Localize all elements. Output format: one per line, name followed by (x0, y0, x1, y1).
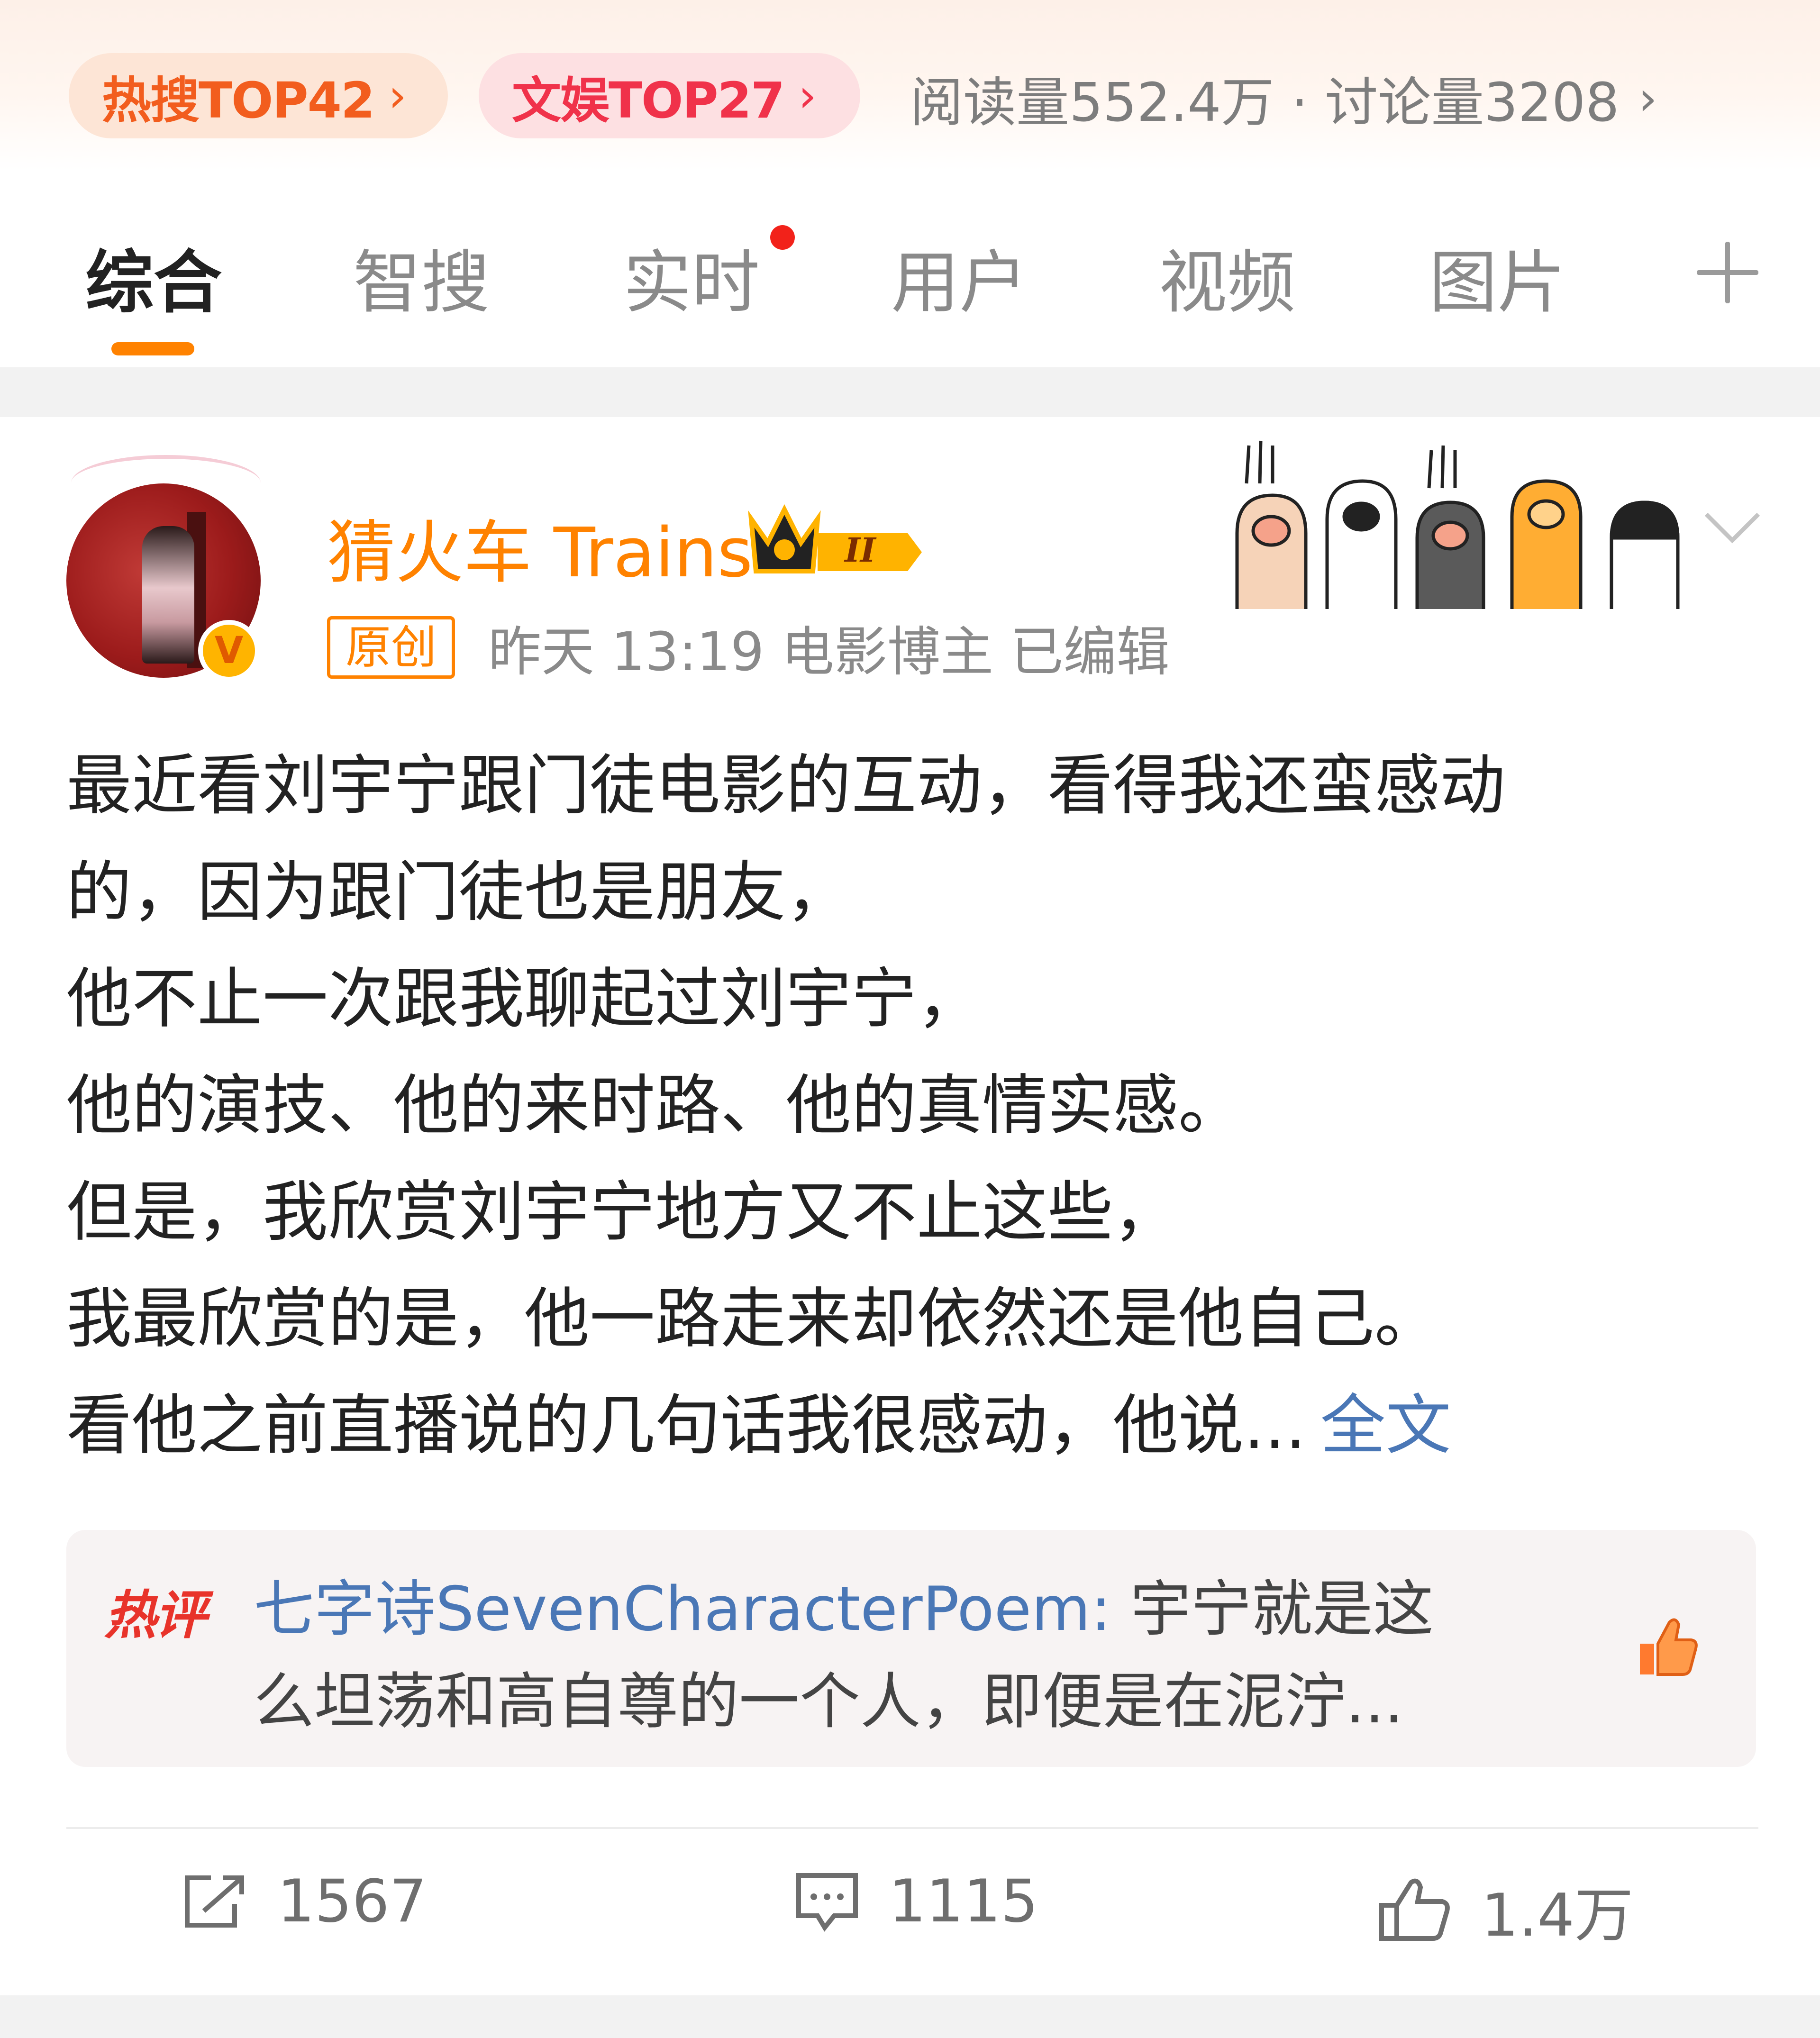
share-icon (185, 1875, 244, 1928)
post-text-line: 最近看刘宇宁跟门徒电影的互动，看得我还蛮感动 (66, 747, 1506, 824)
comment-button[interactable]: 1115 (794, 1867, 1038, 1936)
section-divider (0, 1995, 1820, 2038)
comment-author[interactable]: 七字诗SevenCharacterPoem: (254, 1574, 1111, 1645)
topic-stats-link[interactable]: 阅读量552.4万 · 讨论量3208 › (910, 63, 1657, 134)
verified-badge-icon: V (198, 620, 260, 682)
post-text-line-last: 看他之前直播说的几句话我很感动，他说... 全文 (66, 1372, 1773, 1479)
post-text-line: 他不止一次跟我聊起过刘宇宁， (66, 961, 983, 1037)
hot-comment-line: 七字诗SevenCharacterPoem: 宇宁就是这 (254, 1563, 1604, 1656)
like-button[interactable]: 1.4万 (1377, 1867, 1633, 1953)
post-text-line: 我最欣赏的是，他一路走来却依然还是他自己。 (66, 1281, 1440, 1357)
tab-users[interactable]: 用户 (891, 227, 1028, 326)
entertainment-rank-label: 文娱TOP27 (512, 71, 785, 129)
like-count: 1.4万 (1481, 1882, 1634, 1950)
original-tag: 原创 (327, 616, 455, 679)
tab-videos[interactable]: 视频 (1159, 227, 1295, 326)
post-meta: 原创 昨天 13:19 电影博主 已编辑 (327, 609, 1170, 686)
comment-icon (796, 1873, 858, 1932)
tab-realtime[interactable]: 实时 (623, 227, 760, 326)
thumbs-up-icon[interactable] (1630, 1610, 1702, 1682)
repost-button[interactable]: 1567 (182, 1867, 427, 1936)
tab-smart-search[interactable]: 智搜 (353, 227, 490, 326)
post-text-line: 的，因为跟门徒也是朋友， (66, 854, 852, 930)
chevron-right-icon: › (388, 69, 406, 122)
section-divider (0, 367, 1820, 417)
crown-member-badge-icon: II (748, 504, 922, 573)
tab-comprehensive[interactable]: 综合 (85, 227, 222, 326)
repost-count: 1567 (277, 1867, 427, 1936)
hot-comment-tag: 热评 (104, 1585, 207, 1646)
post-text-truncated: 看他之前直播说的几句话我很感动，他说... (66, 1387, 1306, 1464)
entertainment-rank-pill[interactable]: 文娱TOP27 › (479, 53, 860, 138)
member-level-text: II (844, 530, 877, 570)
tab-images[interactable]: 图片 (1429, 227, 1565, 326)
hot-comment-line: 么坦荡和高自尊的一个人，即便是在泥泞... (254, 1666, 1404, 1737)
hot-search-rank-label: 热搜TOP42 (102, 71, 375, 129)
plus-icon[interactable] (1697, 242, 1758, 303)
post-content: 最近看刘宇宁跟门徒电影的互动，看得我还蛮感动 的，因为跟门徒也是朋友， 他不止一… (66, 732, 1773, 1479)
cat-paws-decoration-icon (1235, 440, 1680, 609)
hot-comment-card[interactable]: 热评 七字诗SevenCharacterPoem: 宇宁就是这 么坦荡和高自尊的… (66, 1530, 1756, 1767)
post-text-line: 他的演技、他的来时路、他的真情实感。 (66, 1067, 1244, 1144)
topic-stats-text: 阅读量552.4万 · 讨论量3208 (910, 72, 1620, 134)
chevron-right-icon: › (1638, 70, 1657, 126)
post-text-line: 但是，我欣赏刘宇宁地方又不止这些， (66, 1174, 1179, 1250)
post-time-category: 昨天 13:19 电影博主 已编辑 (488, 621, 1170, 683)
chevron-down-icon[interactable] (1702, 502, 1763, 550)
chevron-right-icon: › (798, 69, 816, 122)
footer-divider (66, 1827, 1758, 1829)
active-tab-indicator (111, 342, 194, 355)
thumbs-up-icon (1379, 1878, 1450, 1941)
hot-search-rank-pill[interactable]: 热搜TOP42 › (69, 53, 448, 138)
comment-text-part: 宇宁就是这 (1111, 1574, 1434, 1645)
comment-count: 1115 (889, 1867, 1038, 1936)
username[interactable]: 猜火车 Trains (327, 498, 753, 596)
new-content-dot (770, 225, 795, 250)
hot-comment-text: 七字诗SevenCharacterPoem: 宇宁就是这 么坦荡和高自尊的一个人… (254, 1563, 1604, 1748)
full-text-link[interactable]: 全文 (1320, 1387, 1451, 1464)
